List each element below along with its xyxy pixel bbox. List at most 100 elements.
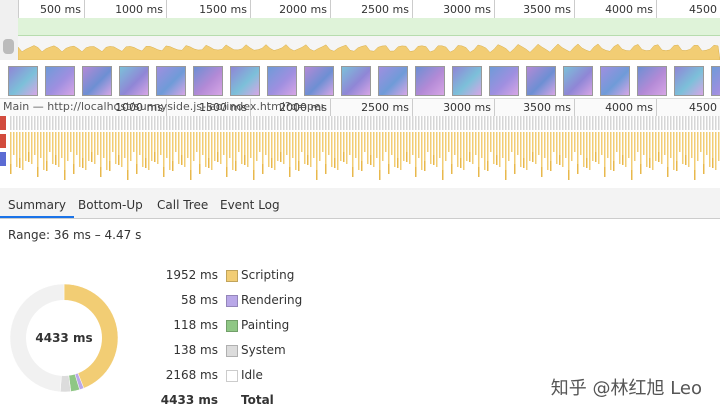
task-bar[interactable] (547, 116, 549, 130)
task-bar[interactable] (463, 116, 465, 130)
scripting-bar[interactable] (88, 132, 90, 161)
scripting-bar[interactable] (310, 132, 312, 167)
scripting-bar[interactable] (502, 132, 504, 158)
task-bar[interactable] (343, 116, 345, 130)
task-bar[interactable] (460, 116, 462, 130)
task-bar[interactable] (229, 116, 231, 130)
task-bar[interactable] (103, 116, 105, 130)
task-bar[interactable] (397, 116, 399, 130)
scripting-bar[interactable] (313, 132, 315, 158)
scripting-bar[interactable] (271, 132, 273, 158)
task-bar[interactable] (199, 116, 201, 130)
task-bar[interactable] (619, 116, 621, 130)
task-bar[interactable] (670, 116, 672, 130)
scripting-bar[interactable] (187, 132, 189, 158)
task-bar[interactable] (106, 116, 108, 130)
scripting-bar[interactable] (157, 132, 159, 164)
task-bar[interactable] (466, 116, 468, 130)
scripting-bar[interactable] (475, 132, 477, 155)
function-call-bar[interactable] (235, 161, 237, 171)
scripting-bar[interactable] (214, 132, 216, 161)
function-call-bar[interactable] (262, 164, 264, 174)
task-bar[interactable] (280, 116, 282, 130)
task-bar[interactable] (391, 116, 393, 130)
scripting-bar[interactable] (229, 132, 231, 158)
scripting-bar[interactable] (706, 132, 708, 155)
scripting-bar[interactable] (52, 132, 54, 164)
task-bar[interactable] (424, 116, 426, 130)
task-bar[interactable] (157, 116, 159, 130)
task-bar[interactable] (82, 116, 84, 130)
task-bar[interactable] (718, 116, 720, 130)
screenshot-thumbnail[interactable] (637, 66, 667, 96)
task-bar[interactable] (433, 116, 435, 130)
scripting-bar[interactable] (490, 132, 492, 152)
screenshot-thumbnail[interactable] (452, 66, 482, 96)
scripting-bar[interactable] (220, 132, 222, 164)
function-call-bar[interactable] (154, 152, 156, 162)
scripting-bar[interactable] (559, 132, 561, 155)
scripting-bar[interactable] (328, 132, 330, 155)
overview-left-handle[interactable] (0, 0, 19, 60)
task-bar[interactable] (667, 116, 669, 130)
main-track-title[interactable]: Main — http://localhost/sunnyside.js-leo… (3, 100, 323, 113)
task-bar[interactable] (91, 116, 93, 130)
task-bar[interactable] (259, 116, 261, 130)
task-bar[interactable] (625, 116, 627, 130)
scripting-bar[interactable] (112, 132, 114, 152)
task-bar[interactable] (388, 116, 390, 130)
scripting-bar[interactable] (448, 132, 450, 152)
task-bar[interactable] (136, 116, 138, 130)
function-call-bar[interactable] (208, 158, 210, 168)
task-bar[interactable] (688, 116, 690, 130)
scripting-bar[interactable] (130, 132, 132, 161)
scripting-bar[interactable] (643, 132, 645, 155)
task-bar[interactable] (469, 116, 471, 130)
task-bar[interactable] (649, 116, 651, 130)
task-bar[interactable] (586, 116, 588, 130)
task-bar[interactable] (292, 116, 294, 130)
task-bar[interactable] (661, 116, 663, 130)
task-bar[interactable] (355, 116, 357, 130)
scripting-bar[interactable] (625, 132, 627, 167)
task-bar[interactable] (79, 116, 81, 130)
scripting-bar[interactable] (484, 132, 486, 170)
scripting-bar[interactable] (682, 132, 684, 164)
scripting-bar[interactable] (574, 132, 576, 152)
function-call-bar[interactable] (289, 167, 291, 177)
task-bar[interactable] (205, 116, 207, 130)
task-bar[interactable] (235, 116, 237, 130)
task-bar[interactable] (505, 116, 507, 130)
task-bar[interactable] (169, 116, 171, 130)
task-bar[interactable] (244, 116, 246, 130)
tab-bottom-up[interactable]: Bottom-Up (70, 193, 151, 218)
function-call-bar[interactable] (244, 155, 246, 165)
task-bar[interactable] (607, 116, 609, 130)
task-bar[interactable] (70, 116, 72, 130)
scripting-bar[interactable] (13, 132, 15, 155)
task-bar[interactable] (115, 116, 117, 130)
task-bar[interactable] (289, 116, 291, 130)
scripting-bar[interactable] (145, 132, 147, 158)
scripting-bar[interactable] (715, 132, 717, 170)
scripting-bar[interactable] (499, 132, 501, 167)
function-call-bar[interactable] (343, 152, 345, 162)
function-call-bar[interactable] (298, 161, 300, 171)
screenshot-thumbnail[interactable] (341, 66, 371, 96)
scripting-bar[interactable] (100, 132, 102, 167)
scripting-bar[interactable] (172, 132, 174, 161)
task-bar[interactable] (655, 116, 657, 130)
task-bar[interactable] (508, 116, 510, 130)
task-bar[interactable] (253, 116, 255, 130)
function-call-bar[interactable] (442, 170, 444, 180)
scripting-bar[interactable] (688, 132, 690, 167)
task-bar[interactable] (58, 116, 60, 130)
task-bar[interactable] (208, 116, 210, 130)
scripting-bar[interactable] (565, 132, 567, 158)
scripting-bar[interactable] (394, 132, 396, 167)
task-bar[interactable] (484, 116, 486, 130)
scripting-bar[interactable] (139, 132, 141, 155)
task-bar[interactable] (598, 116, 600, 130)
task-bar[interactable] (622, 116, 624, 130)
function-call-bar[interactable] (631, 170, 633, 180)
